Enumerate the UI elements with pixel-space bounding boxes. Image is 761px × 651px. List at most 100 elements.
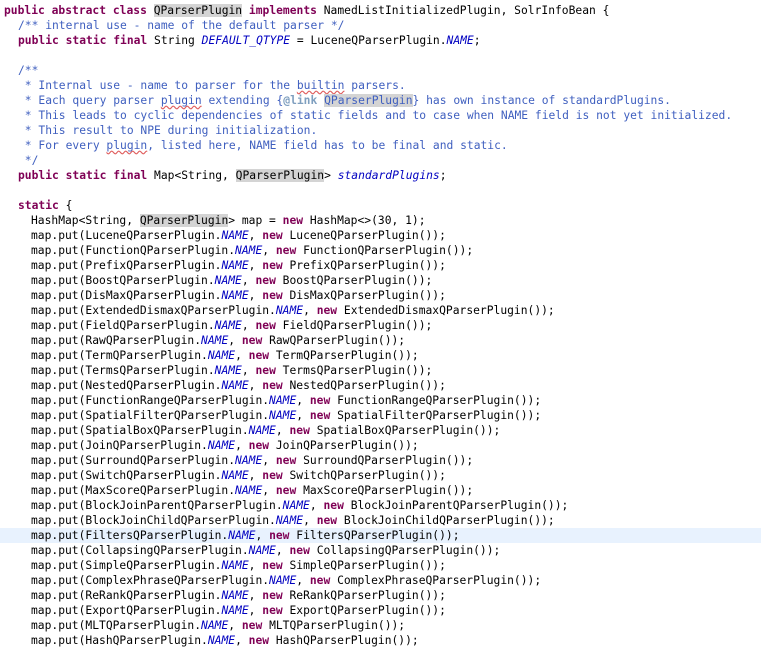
code-line-map-put[interactable]: map.put(PrefixQParserPlugin.NAME, new Pr…: [0, 258, 761, 273]
code-line-class-declaration[interactable]: public abstract class QParserPlugin impl…: [0, 3, 761, 18]
field-default-qtype: DEFAULT_QTYPE: [201, 34, 291, 47]
code-line-map-put[interactable]: map.put(DisMaxQParserPlugin.NAME, new Di…: [0, 288, 761, 303]
code-line-map-put[interactable]: map.put(RawQParserPlugin.NAME, new RawQP…: [0, 333, 761, 348]
code-line-static-block[interactable]: static {: [0, 198, 761, 213]
code-line-javadoc-close[interactable]: */: [0, 153, 761, 168]
code-line-map-put[interactable]: map.put(SimpleQParserPlugin.NAME, new Si…: [0, 558, 761, 573]
argument-separator: ,: [296, 409, 310, 422]
field-name-ref: NAME: [221, 604, 249, 617]
argument-separator: ,: [241, 274, 256, 287]
statement-end: ;: [473, 34, 481, 47]
code-line-javadoc-1[interactable]: * Internal use - name to parser for the …: [0, 78, 761, 93]
map-put-call: map.put(FunctionRangeQParserPlugin.: [31, 394, 270, 407]
code-line-map-put[interactable]: map.put(FunctionRangeQParserPlugin.NAME,…: [0, 393, 761, 408]
argument-separator: ,: [248, 229, 263, 242]
map-type: Map<String,: [154, 169, 236, 182]
map-put-call: map.put(SpatialBoxQParserPlugin.: [31, 424, 249, 437]
field-standard-plugins: standardPlugins: [337, 169, 440, 182]
code-line-map-put[interactable]: map.put(NestedQParserPlugin.NAME, new Ne…: [0, 378, 761, 393]
code-line-javadoc-open[interactable]: /**: [0, 63, 761, 78]
implemented-interfaces: NamedListInitializedPlugin, SolrInfoBean…: [323, 4, 610, 17]
code-line-hashmap[interactable]: HashMap<String, QParserPlugin> map = new…: [0, 213, 761, 228]
code-line-javadoc-4[interactable]: * This result to NPE during initializati…: [0, 123, 761, 138]
javadoc-text: } has own instance of standardPlugins.: [412, 94, 671, 107]
code-line-map-put[interactable]: map.put(HashQParserPlugin.NAME, new Hash…: [0, 633, 761, 648]
argument-separator: ,: [248, 589, 263, 602]
keyword-new: new: [309, 574, 331, 587]
code-line-default-qtype[interactable]: public static final String DEFAULT_QTYPE…: [0, 33, 761, 48]
field-name-ref: NAME: [214, 364, 242, 377]
field-name-ref: NAME: [235, 484, 263, 497]
code-line-map-put[interactable]: map.put(SpatialBoxQParserPlugin.NAME, ne…: [0, 423, 761, 438]
code-line-map-put[interactable]: map.put(LuceneQParserPlugin.NAME, new Lu…: [0, 228, 761, 243]
keyword-new: new: [241, 619, 263, 632]
keyword-new: new: [255, 319, 276, 332]
code-line-map-put[interactable]: map.put(SpatialFilterQParserPlugin.NAME,…: [0, 408, 761, 423]
code-editor[interactable]: public abstract class QParserPlugin impl…: [0, 0, 761, 651]
code-line-javadoc-2[interactable]: * Each query parser plugin extending {@l…: [0, 93, 761, 108]
plugin-constructor: RawQParserPlugin());: [262, 334, 406, 347]
keyword-class: class: [112, 4, 147, 17]
argument-separator: ,: [248, 289, 263, 302]
code-line-map-put[interactable]: map.put(MaxScoreQParserPlugin.NAME, new …: [0, 483, 761, 498]
plugin-constructor: PrefixQParserPlugin());: [282, 259, 446, 272]
code-line-map-put[interactable]: map.put(SurroundQParserPlugin.NAME, new …: [0, 453, 761, 468]
argument-separator: ,: [235, 634, 249, 647]
code-line-map-put[interactable]: map.put(BoostQParserPlugin.NAME, new Boo…: [0, 273, 761, 288]
code-line-map-put[interactable]: map.put(MLTQParserPlugin.NAME, new MLTQP…: [0, 618, 761, 633]
field-name-ref: NAME: [207, 349, 236, 362]
map-put-call: map.put(TermQParserPlugin.: [31, 349, 208, 362]
argument-separator: ,: [248, 559, 263, 572]
map-put-call: map.put(ComplexPhraseQParserPlugin.: [31, 574, 270, 587]
code-line-map-put[interactable]: map.put(TermQParserPlugin.NAME, new Term…: [0, 348, 761, 363]
argument-separator: ,: [248, 469, 263, 482]
field-name-ref: NAME: [221, 229, 249, 242]
code-line-map-put[interactable]: map.put(ComplexPhraseQParserPlugin.NAME,…: [0, 573, 761, 588]
plugin-constructor: FunctionRangeQParserPlugin());: [330, 394, 542, 407]
class-name-occurrence: QParserPlugin: [139, 214, 229, 227]
keyword-new: new: [316, 514, 338, 527]
argument-separator: ,: [241, 319, 256, 332]
code-line-map-put[interactable]: map.put(BlockJoinChildQParserPlugin.NAME…: [0, 513, 761, 528]
code-line-map-put[interactable]: map.put(ReRankQParserPlugin.NAME, new Re…: [0, 588, 761, 603]
argument-separator: ,: [241, 364, 256, 377]
map-put-call: map.put(FiltersQParserPlugin.: [31, 529, 229, 542]
hashmap-constructor: HashMap<>(30, 1);: [303, 214, 426, 227]
code-line-map-put[interactable]: map.put(ExportQParserPlugin.NAME, new Ex…: [0, 603, 761, 618]
javadoc-text: * For every: [18, 139, 107, 152]
modifiers: public static final: [18, 34, 148, 47]
field-name-ref: NAME: [201, 619, 229, 632]
code-line-map-put[interactable]: map.put(ExtendedDismaxQParserPlugin.NAME…: [0, 303, 761, 318]
field-name-ref: NAME: [275, 514, 304, 527]
plugin-constructor: ExportQParserPlugin());: [282, 604, 446, 617]
code-line-map-put[interactable]: map.put(FunctionQParserPlugin.NAME, new …: [0, 243, 761, 258]
code-line-javadoc-3[interactable]: * This leads to cyclic dependencies of s…: [0, 108, 761, 123]
field-name-ref: NAME: [214, 319, 242, 332]
code-line-map-put[interactable]: map.put(TermsQParserPlugin.NAME, new Ter…: [0, 363, 761, 378]
code-line-map-put[interactable]: map.put(SwitchQParserPlugin.NAME, new Sw…: [0, 468, 761, 483]
plugin-constructor: SpatialBoxQParserPlugin());: [309, 424, 501, 437]
keyword-new: new: [262, 559, 283, 572]
map-put-call: map.put(SpatialFilterQParserPlugin.: [31, 409, 270, 422]
code-line-comment-default-qtype[interactable]: /** internal use - name of the default p…: [0, 18, 761, 33]
code-line-standard-plugins[interactable]: public static final Map<String, QParserP…: [0, 168, 761, 183]
code-line-map-put[interactable]: map.put(FiltersQParserPlugin.NAME, new F…: [0, 528, 761, 543]
code-line-javadoc-5[interactable]: * For every plugin, listed here, NAME fi…: [0, 138, 761, 153]
code-line-map-put[interactable]: map.put(FieldQParserPlugin.NAME, new Fie…: [0, 318, 761, 333]
map-put-call: map.put(MLTQParserPlugin.: [31, 619, 202, 632]
brace-open: {: [58, 199, 73, 212]
code-line-map-put[interactable]: map.put(JoinQParserPlugin.NAME, new Join…: [0, 438, 761, 453]
map-put-call: map.put(JoinQParserPlugin.: [31, 439, 208, 452]
spelling-marked-word: builtin: [296, 79, 345, 92]
code-line-map-put[interactable]: map.put(BlockJoinParentQParserPlugin.NAM…: [0, 498, 761, 513]
field-name-ref: NAME: [221, 289, 249, 302]
javadoc-text: * This result to NPE during initializati…: [18, 124, 318, 137]
keyword-new: new: [262, 604, 283, 617]
class-name-occurrence: QParserPlugin: [235, 169, 325, 182]
assignment: = LuceneQParserPlugin.: [290, 34, 447, 47]
field-name-ref: NAME: [221, 259, 249, 272]
keyword-new: new: [255, 364, 276, 377]
map-put-call: map.put(CollapsingQParserPlugin.: [31, 544, 249, 557]
code-line-map-put[interactable]: map.put(CollapsingQParserPlugin.NAME, ne…: [0, 543, 761, 558]
plugin-constructor: FiltersQParserPlugin());: [289, 529, 460, 542]
